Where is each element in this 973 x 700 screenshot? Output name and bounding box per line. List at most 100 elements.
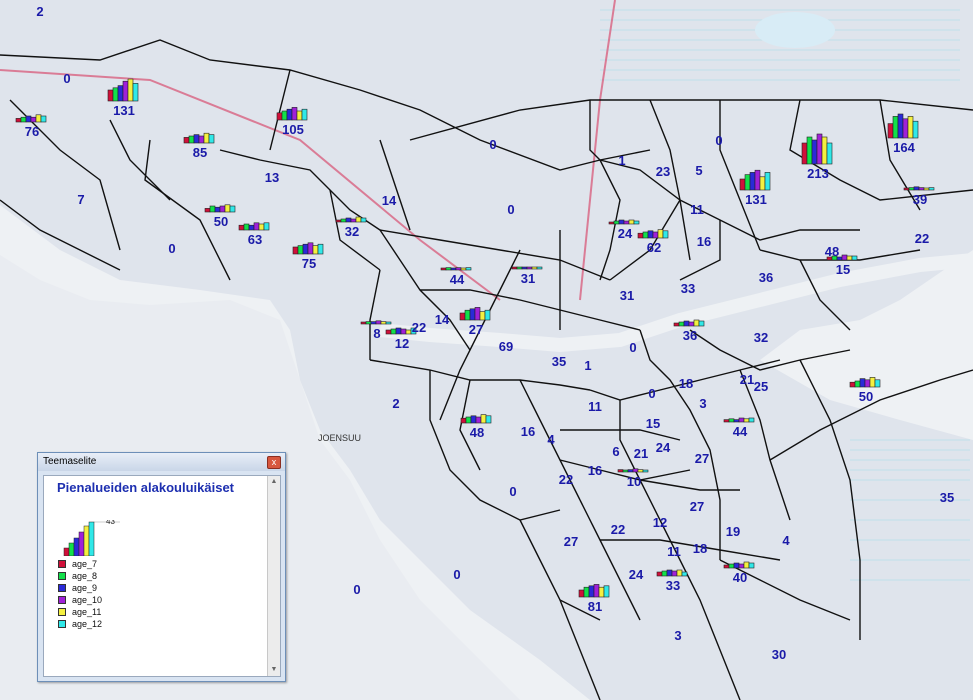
district-value-label[interactable]: 13	[265, 170, 279, 185]
district-value-label[interactable]: 5	[695, 163, 702, 178]
district-value-label[interactable]: 44	[450, 272, 465, 287]
district-bar-age_9	[450, 267, 457, 271]
district-value-label[interactable]: 213	[807, 166, 829, 181]
district-value-label[interactable]: 7	[77, 192, 84, 207]
district-value-label[interactable]: 18	[693, 541, 707, 556]
district-value-label[interactable]: 0	[629, 340, 636, 355]
district-value-label[interactable]: 25	[754, 379, 768, 394]
district-value-label[interactable]: 15	[836, 262, 850, 277]
district-value-label[interactable]: 32	[345, 224, 359, 239]
district-value-label[interactable]: 44	[733, 424, 748, 439]
district-value-label[interactable]: 50	[214, 214, 228, 229]
district-bar-age_8	[365, 321, 372, 325]
district-value-label[interactable]: 81	[588, 599, 602, 614]
district-value-label[interactable]: 6	[612, 444, 619, 459]
district-value-label[interactable]: 12	[653, 515, 667, 530]
district-value-label[interactable]: 2	[392, 396, 399, 411]
district-value-label[interactable]: 164	[893, 140, 915, 155]
district-value-label[interactable]: 27	[690, 499, 704, 514]
district-value-label[interactable]: 35	[552, 354, 566, 369]
district-value-label[interactable]: 27	[695, 451, 709, 466]
district-value-label[interactable]: 33	[681, 281, 695, 296]
district-value-label[interactable]: 69	[499, 339, 513, 354]
district-value-label[interactable]: 39	[913, 192, 927, 207]
district-value-label[interactable]: 22	[412, 320, 426, 335]
district-value-label[interactable]: 62	[647, 240, 661, 255]
district-bar-age_10	[918, 187, 925, 191]
district-value-label[interactable]: 21	[740, 372, 754, 387]
district-bar-age_8	[297, 245, 304, 255]
district-value-label[interactable]: 33	[666, 578, 680, 593]
district-value-label[interactable]: 3	[674, 628, 681, 643]
district-value-label[interactable]: 0	[453, 567, 460, 582]
district-value-label[interactable]: 31	[521, 271, 535, 286]
district-value-label[interactable]: 10	[627, 474, 641, 489]
district-value-label[interactable]: 40	[733, 570, 747, 585]
district-value-label[interactable]: 36	[759, 270, 773, 285]
district-value-label[interactable]: 0	[715, 133, 722, 148]
district-bar-age_11	[203, 132, 210, 144]
district-value-label[interactable]: 15	[646, 416, 660, 431]
district-value-label[interactable]: 16	[697, 234, 711, 249]
district-value-label[interactable]: 32	[754, 330, 768, 345]
district-value-label[interactable]: 11	[690, 202, 704, 217]
district-value-label[interactable]: 14	[435, 312, 450, 327]
district-value-label[interactable]: 0	[168, 241, 175, 256]
district-value-label[interactable]: 18	[679, 376, 693, 391]
district-value-label[interactable]: 27	[469, 322, 483, 337]
scroll-down-arrow-icon[interactable]: ▼	[269, 665, 279, 675]
district-value-label[interactable]: 11	[588, 399, 602, 414]
district-value-label[interactable]: 3	[699, 396, 706, 411]
district-value-label[interactable]: 22	[915, 231, 929, 246]
district-value-label[interactable]: 11	[667, 544, 681, 559]
district-value-label[interactable]: 76	[25, 124, 39, 139]
district-value-label[interactable]: 24	[629, 567, 644, 582]
district-value-label[interactable]: 22	[611, 522, 625, 537]
district-value-label[interactable]: 48	[825, 244, 839, 259]
district-value-label[interactable]: 131	[745, 192, 767, 207]
district-value-label[interactable]: 35	[940, 490, 954, 505]
district-value-label[interactable]: 24	[618, 226, 633, 241]
district-value-label[interactable]: 16	[521, 424, 535, 439]
district-value-label[interactable]: 21	[634, 446, 648, 461]
district-value-label[interactable]: 16	[588, 463, 602, 478]
district-value-label[interactable]: 23	[656, 164, 670, 179]
district-value-label[interactable]: 48	[470, 425, 484, 440]
district-value-label[interactable]: 0	[489, 137, 496, 152]
legend-window[interactable]: Teemaselite x Pienalueiden alakouluikäis…	[37, 452, 286, 682]
district-value-label[interactable]: 24	[656, 440, 671, 455]
district-value-label[interactable]: 36	[683, 328, 697, 343]
district-value-label[interactable]: 19	[726, 524, 740, 539]
district-value-label[interactable]: 0	[63, 71, 70, 86]
district-value-label[interactable]: 0	[507, 202, 514, 217]
district-value-label[interactable]: 30	[772, 647, 786, 662]
district-value-label[interactable]: 31	[620, 288, 634, 303]
district-value-label[interactable]: 4	[782, 533, 790, 548]
district-bar-age_9	[214, 206, 221, 213]
district-value-label[interactable]: 27	[564, 534, 578, 549]
legend-window-titlebar[interactable]: Teemaselite x	[38, 453, 285, 471]
district-value-label[interactable]: 1	[584, 358, 591, 373]
district-value-label[interactable]: 131	[113, 103, 135, 118]
district-value-label[interactable]: 12	[395, 336, 409, 351]
district-value-label[interactable]: 0	[509, 484, 516, 499]
legend-scrollbar[interactable]: ▲ ▼	[267, 476, 280, 676]
close-icon[interactable]: x	[267, 456, 281, 469]
district-value-label[interactable]: 85	[193, 145, 207, 160]
district-value-label[interactable]: 2	[36, 4, 43, 19]
district-bar-age_10	[864, 379, 871, 388]
scroll-up-arrow-icon[interactable]: ▲	[269, 477, 279, 487]
district-value-label[interactable]: 50	[859, 389, 873, 404]
district-value-label[interactable]: 1	[618, 153, 625, 168]
district-value-label[interactable]: 4	[547, 432, 555, 447]
district-value-label[interactable]: 63	[248, 232, 262, 247]
district-value-label[interactable]: 0	[353, 582, 360, 597]
district-value-label[interactable]: 0	[648, 386, 655, 401]
district-value-label[interactable]: 8	[373, 326, 380, 341]
district-value-label[interactable]: 75	[302, 256, 316, 271]
district-bar-age_7	[656, 571, 663, 577]
district-value-label[interactable]: 105	[282, 122, 304, 137]
district-value-label[interactable]: 14	[382, 193, 397, 208]
district-value-label[interactable]: 22	[559, 472, 573, 487]
district-bar-age_9	[193, 134, 200, 144]
